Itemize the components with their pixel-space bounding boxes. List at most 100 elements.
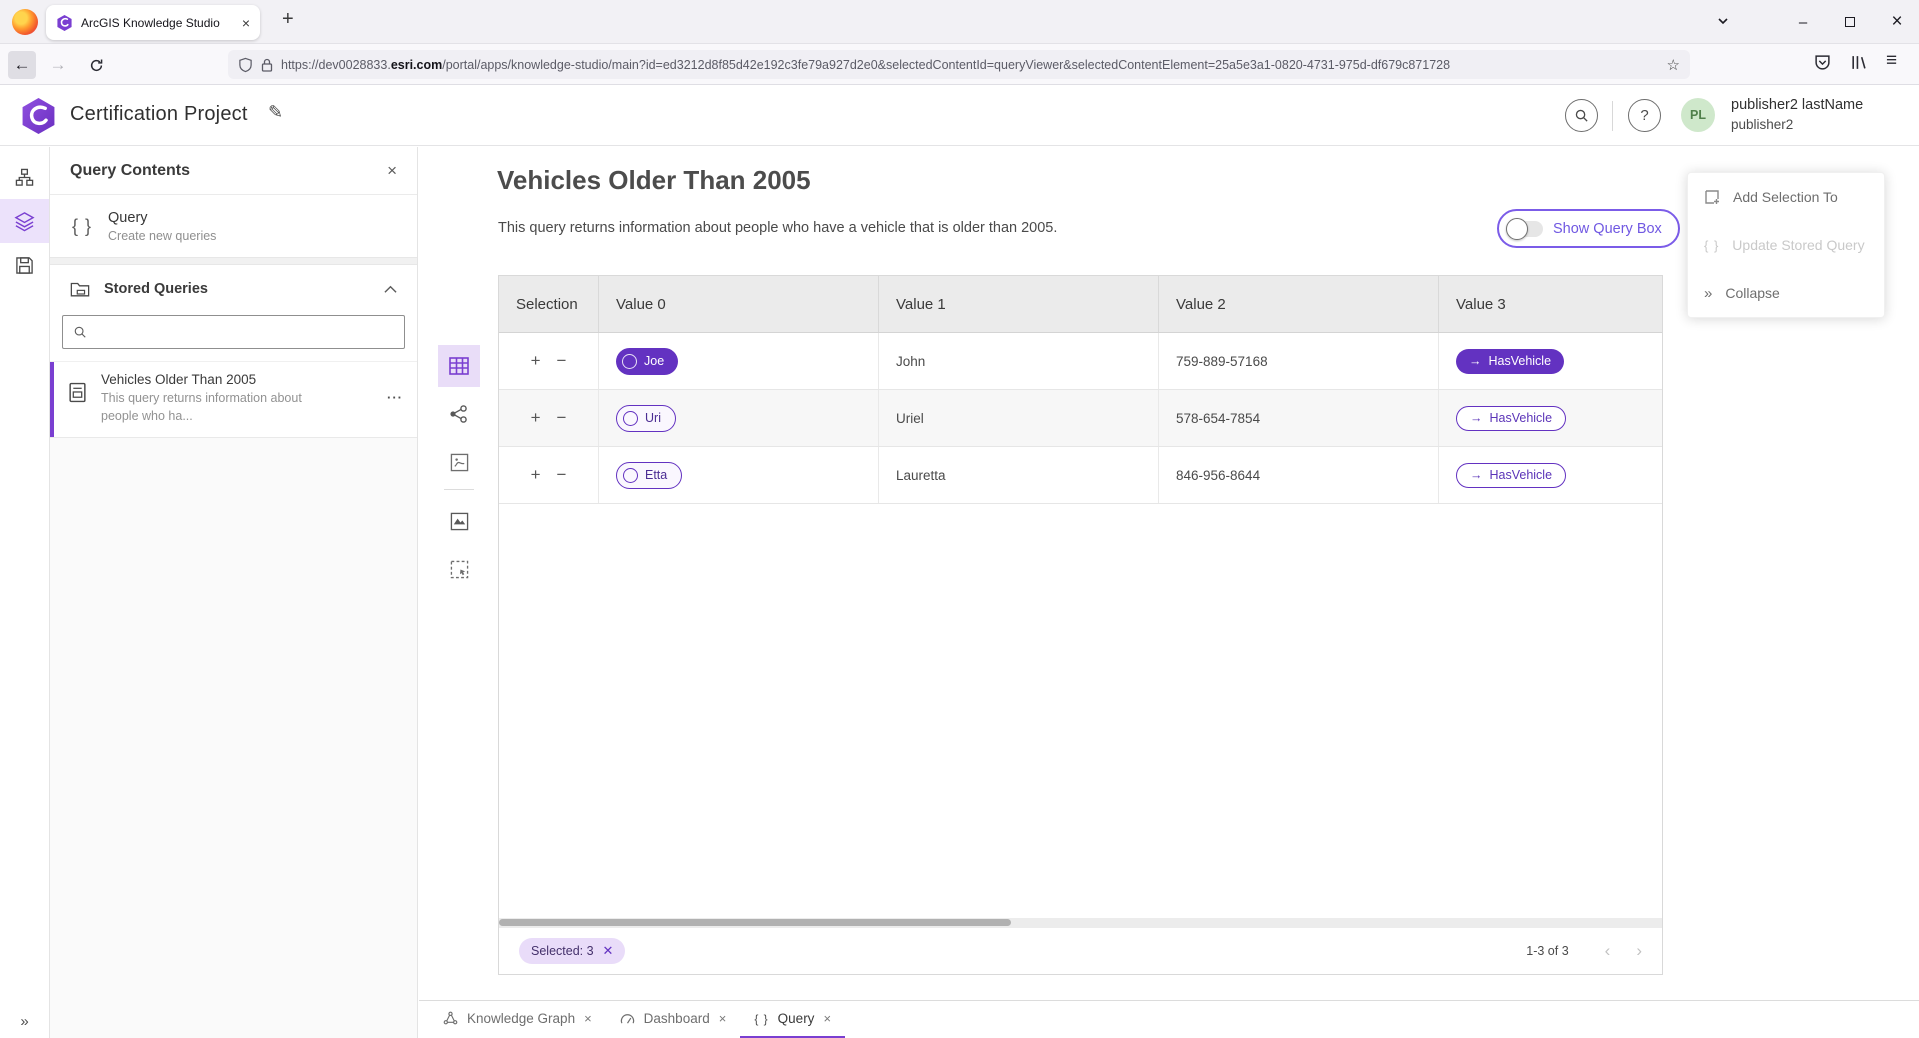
column-header[interactable]: Value 3 bbox=[1439, 276, 1662, 332]
select-tool-button[interactable] bbox=[438, 548, 480, 590]
relationship-pill[interactable]: →HasVehicle bbox=[1456, 349, 1564, 374]
stored-query-item[interactable]: Vehicles Older Than 2005 This query retu… bbox=[50, 361, 417, 438]
map-view-button[interactable] bbox=[438, 441, 480, 483]
stored-query-title: Vehicles Older Than 2005 bbox=[101, 372, 306, 387]
workspace: » Query Contents × { } Query Create new … bbox=[0, 147, 1919, 1038]
tab-knowledge-graph[interactable]: Knowledge Graph × bbox=[429, 1001, 606, 1038]
window-minimize-button[interactable]: – bbox=[1786, 0, 1820, 44]
remove-selection-icon[interactable]: − bbox=[557, 351, 567, 371]
window-maximize-button[interactable] bbox=[1833, 0, 1867, 44]
left-rail: » bbox=[0, 147, 50, 1038]
browser-tab-bar: ArcGIS Knowledge Studio × + – × bbox=[0, 0, 1919, 44]
project-tree-button[interactable] bbox=[0, 155, 49, 199]
scrollbar-thumb[interactable] bbox=[499, 919, 1011, 926]
expand-rail-button[interactable]: » bbox=[0, 1013, 49, 1030]
link-chart-icon bbox=[449, 404, 469, 424]
library-icon[interactable] bbox=[1850, 54, 1867, 76]
chevron-up-icon[interactable] bbox=[384, 285, 397, 294]
link-chart-view-button[interactable] bbox=[438, 393, 480, 435]
double-chevron-icon: » bbox=[1704, 285, 1712, 302]
table-row[interactable]: + − Etta Lauretta 846-956-8644 →HasVehic… bbox=[499, 447, 1662, 504]
menu-item-add-selection-to[interactable]: Add Selection To bbox=[1688, 173, 1884, 221]
new-tab-button[interactable]: + bbox=[282, 8, 294, 31]
relationship-pill[interactable]: →HasVehicle bbox=[1456, 406, 1566, 431]
contents-button[interactable] bbox=[0, 199, 49, 243]
table-empty-area bbox=[499, 504, 1662, 918]
table-footer: Selected: 3 ✕ 1-3 of 3 ‹ › bbox=[499, 928, 1662, 974]
search-icon bbox=[73, 325, 87, 339]
toggle-knob[interactable] bbox=[1506, 218, 1528, 240]
tracking-shield-icon[interactable] bbox=[238, 57, 253, 73]
query-item[interactable]: { } Query Create new queries bbox=[50, 195, 417, 257]
menu-item-update-stored-query[interactable]: { } Update Stored Query bbox=[1688, 221, 1884, 269]
add-to-map-button[interactable] bbox=[438, 500, 480, 542]
add-selection-icon[interactable]: + bbox=[531, 465, 541, 485]
edit-title-icon[interactable]: ✎ bbox=[268, 102, 283, 123]
column-header[interactable]: Value 2 bbox=[1159, 276, 1439, 332]
avatar[interactable]: PL bbox=[1681, 98, 1715, 132]
remove-selection-icon[interactable]: − bbox=[557, 408, 567, 428]
table-view-button[interactable] bbox=[438, 345, 480, 387]
show-query-box-toggle[interactable]: Show Query Box bbox=[1497, 209, 1680, 248]
menu-item-collapse[interactable]: » Collapse bbox=[1688, 269, 1884, 317]
cell-value: John bbox=[879, 333, 1159, 389]
stored-queries-title: Stored Queries bbox=[104, 281, 370, 297]
back-button[interactable]: ← bbox=[8, 51, 36, 79]
toggle-label: Show Query Box bbox=[1553, 221, 1662, 237]
main-content: Vehicles Older Than 2005 This query retu… bbox=[419, 147, 1919, 1038]
add-selection-icon[interactable]: + bbox=[531, 351, 541, 371]
item-overflow-menu-icon[interactable]: ··· bbox=[387, 372, 403, 425]
close-tab-icon[interactable]: × bbox=[584, 1011, 592, 1026]
reload-button[interactable] bbox=[82, 51, 110, 79]
next-page-icon[interactable]: › bbox=[1636, 941, 1642, 961]
close-tab-icon[interactable]: × bbox=[719, 1011, 727, 1026]
remove-selection-icon[interactable]: − bbox=[557, 465, 567, 485]
clear-selection-icon[interactable]: ✕ bbox=[603, 943, 614, 959]
table-row[interactable]: + − Uri Uriel 578-654-7854 →HasVehicle bbox=[499, 390, 1662, 447]
arcgis-knowledge-favicon-icon bbox=[56, 14, 73, 31]
header-divider bbox=[1612, 101, 1613, 131]
bookmark-star-icon[interactable]: ☆ bbox=[1667, 56, 1680, 74]
knowledge-graph-icon bbox=[443, 1011, 458, 1026]
tab-close-icon[interactable]: × bbox=[242, 15, 250, 31]
help-button[interactable]: ? bbox=[1628, 99, 1661, 132]
column-header[interactable]: Value 0 bbox=[599, 276, 879, 332]
close-tab-icon[interactable]: × bbox=[823, 1011, 831, 1026]
save-button[interactable] bbox=[0, 243, 49, 287]
entity-pill[interactable]: Etta bbox=[616, 462, 682, 489]
query-results-table: Selection Value 0 Value 1 Value 2 Value … bbox=[498, 275, 1663, 975]
search-input[interactable] bbox=[95, 325, 394, 340]
tab-query[interactable]: { } Query × bbox=[740, 1001, 845, 1038]
entity-pill[interactable]: Joe bbox=[616, 348, 678, 375]
relationship-pill[interactable]: →HasVehicle bbox=[1456, 463, 1566, 488]
toggle-track[interactable] bbox=[1509, 221, 1543, 237]
add-selection-icon[interactable]: + bbox=[531, 408, 541, 428]
braces-icon: { } bbox=[1704, 238, 1719, 253]
menu-hamburger-icon[interactable]: ≡ bbox=[1886, 50, 1897, 72]
entity-ring-icon bbox=[622, 354, 637, 369]
stored-queries-header[interactable]: Stored Queries bbox=[50, 265, 417, 313]
url-field[interactable]: https://dev0028833.esri.com/portal/apps/… bbox=[228, 50, 1690, 79]
browser-tab[interactable]: ArcGIS Knowledge Studio × bbox=[46, 5, 260, 40]
app-header: Certification Project ✎ ? PL publisher2 … bbox=[0, 85, 1919, 146]
lock-icon[interactable] bbox=[261, 58, 273, 72]
column-header[interactable]: Selection bbox=[499, 276, 599, 332]
user-info[interactable]: publisher2 lastName publisher2 bbox=[1731, 96, 1863, 134]
entity-pill[interactable]: Uri bbox=[616, 405, 676, 432]
firefox-logo-icon[interactable] bbox=[12, 9, 38, 35]
tab-title: ArcGIS Knowledge Studio bbox=[81, 16, 234, 30]
tab-list-chevron-icon[interactable] bbox=[1716, 14, 1730, 33]
panel-close-icon[interactable]: × bbox=[387, 161, 397, 181]
window-close-button[interactable]: × bbox=[1880, 0, 1914, 44]
selected-count-chip[interactable]: Selected: 3 ✕ bbox=[519, 938, 625, 964]
column-header[interactable]: Value 1 bbox=[879, 276, 1159, 332]
arcgis-knowledge-logo bbox=[20, 97, 57, 134]
previous-page-icon[interactable]: ‹ bbox=[1605, 941, 1611, 961]
forward-button[interactable]: → bbox=[44, 51, 72, 79]
stored-queries-search[interactable] bbox=[62, 315, 405, 349]
pocket-icon[interactable] bbox=[1814, 54, 1831, 76]
search-button[interactable] bbox=[1565, 99, 1598, 132]
tab-dashboard[interactable]: Dashboard × bbox=[606, 1001, 741, 1038]
horizontal-scrollbar[interactable] bbox=[499, 918, 1662, 928]
table-row[interactable]: + − Joe John 759-889-57168 →HasVehicle bbox=[499, 333, 1662, 390]
